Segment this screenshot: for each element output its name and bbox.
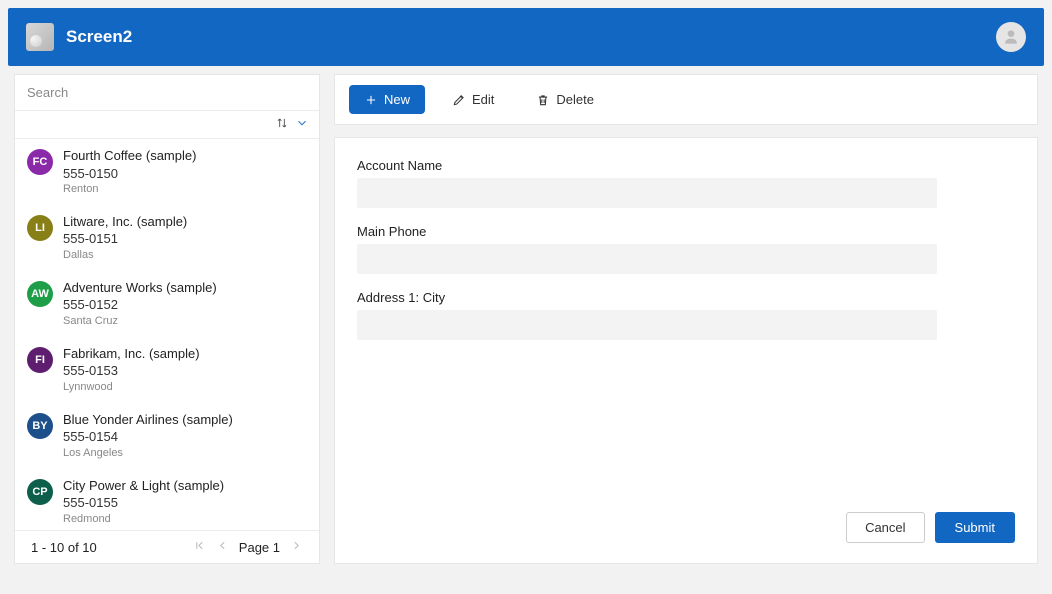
list-panel: FC Fourth Coffee (sample) 555-0150 Rento… [14,74,320,564]
field-label: Address 1: City [357,290,937,305]
pencil-icon [452,93,466,107]
item-city: Dallas [63,248,187,263]
item-phone: 555-0155 [63,494,224,512]
trash-icon [536,93,550,107]
item-name: Fourth Coffee (sample) [63,147,196,165]
item-city: Santa Cruz [63,314,217,329]
avatar-badge: AW [27,281,53,307]
item-phone: 555-0154 [63,428,233,446]
field-input-2[interactable] [357,310,937,340]
list-item[interactable]: BY Blue Yonder Airlines (sample) 555-015… [15,403,319,469]
pager-first[interactable] [193,539,206,555]
item-phone: 555-0153 [63,362,200,380]
list-item[interactable]: FI Fabrikam, Inc. (sample) 555-0153 Lynn… [15,337,319,403]
avatar-badge: FC [27,149,53,175]
list-item[interactable]: LI Litware, Inc. (sample) 555-0151 Dalla… [15,205,319,271]
item-city: Renton [63,182,196,197]
field-label: Account Name [357,158,937,173]
item-city: Los Angeles [63,446,233,461]
item-phone: 555-0150 [63,165,196,183]
new-button[interactable]: New [349,85,425,114]
toolbar: New Edit Delete [334,74,1038,125]
cancel-button[interactable]: Cancel [846,512,924,543]
item-city: Redmond [63,512,224,527]
app-title: Screen2 [66,27,132,47]
item-name: Fabrikam, Inc. (sample) [63,345,200,363]
sort-icon[interactable] [275,116,289,133]
list-item[interactable]: CP City Power & Light (sample) 555-0155 … [15,469,319,530]
edit-button[interactable]: Edit [437,85,509,114]
list-item[interactable]: FC Fourth Coffee (sample) 555-0150 Rento… [15,139,319,205]
app-logo-icon [26,23,54,51]
pager-prev[interactable] [216,539,229,555]
user-avatar[interactable] [996,22,1026,52]
field-input-0[interactable] [357,178,937,208]
item-name: Adventure Works (sample) [63,279,217,297]
delete-button[interactable]: Delete [521,85,609,114]
avatar-badge: FI [27,347,53,373]
avatar-badge: CP [27,479,53,505]
item-name: City Power & Light (sample) [63,477,224,495]
pager-summary: 1 - 10 of 10 [31,540,97,555]
pager: 1 - 10 of 10 Page 1 [15,530,319,563]
person-icon [1001,27,1021,47]
item-name: Blue Yonder Airlines (sample) [63,411,233,429]
item-phone: 555-0152 [63,296,217,314]
item-phone: 555-0151 [63,230,187,248]
avatar-badge: BY [27,413,53,439]
field-input-1[interactable] [357,244,937,274]
item-name: Litware, Inc. (sample) [63,213,187,231]
list-item[interactable]: AW Adventure Works (sample) 555-0152 San… [15,271,319,337]
pager-next[interactable] [290,539,303,555]
app-header: Screen2 [8,8,1044,66]
plus-icon [364,93,378,107]
sort-dropdown[interactable] [295,116,309,133]
pager-page: Page 1 [239,540,280,555]
submit-button[interactable]: Submit [935,512,1015,543]
records-list: FC Fourth Coffee (sample) 555-0150 Rento… [15,139,319,530]
form-card: Account Name Main Phone Address 1: City … [334,137,1038,564]
item-city: Lynnwood [63,380,200,395]
avatar-badge: LI [27,215,53,241]
field-label: Main Phone [357,224,937,239]
search-input[interactable] [15,75,319,111]
